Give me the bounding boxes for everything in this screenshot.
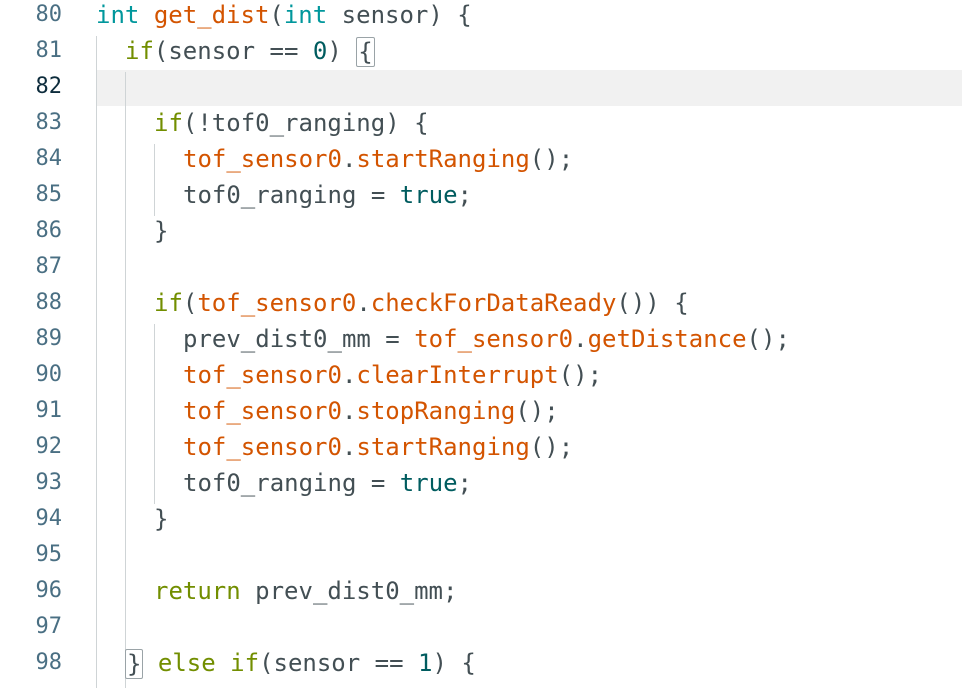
code-token: sensor) { (327, 1, 472, 29)
code-token: if (154, 289, 183, 317)
code-token: int (283, 1, 328, 29)
code-line: } (154, 213, 168, 249)
code-editor[interactable]: 80 81 82 83 84 85 86 87 88 89 90 91 92 9… (0, 0, 962, 688)
code-line: int get_dist(int sensor) { (96, 0, 472, 33)
code-token: get_dist (153, 1, 270, 29)
line-number: 92 (35, 434, 63, 459)
code-token: 1 (418, 649, 433, 677)
line-number: 88 (35, 290, 63, 315)
code-token: ()) { (616, 289, 689, 317)
line-number: 90 (35, 362, 63, 387)
code-token: prev_dist0_mm = (183, 325, 415, 353)
line-number-gutter: 80 81 82 83 84 85 86 87 88 89 90 91 92 9… (0, 0, 70, 688)
code-line: prev_dist0_mm = tof_sensor0.getDistance(… (183, 321, 790, 357)
code-token: ( (269, 1, 284, 29)
code-line: tof0_ranging = true; (183, 177, 472, 213)
code-token: checkForDataReady (370, 289, 617, 317)
line-number: 93 (35, 470, 63, 495)
code-token: true (399, 469, 458, 497)
line-number: 98 (35, 650, 63, 675)
code-token: . (341, 433, 357, 461)
code-token: ; (457, 181, 472, 209)
code-token: tof0_ranging = (183, 181, 400, 209)
code-token: tof_sensor0 (183, 433, 342, 461)
code-token: ( (182, 289, 198, 317)
code-token: . (341, 397, 357, 425)
line-number: 89 (35, 326, 63, 351)
code-token: } (154, 217, 169, 245)
code-token: getDistance (587, 325, 747, 353)
line-number: 91 (35, 398, 63, 423)
line-number: 82 (35, 74, 63, 99)
code-token: startRanging (356, 433, 530, 461)
line-number: 84 (35, 146, 63, 171)
code-token: tof_sensor0 (197, 289, 357, 317)
code-token: tof_sensor0 (183, 397, 342, 425)
line-number: 87 (35, 254, 63, 279)
code-token: tof0_ranging = (183, 469, 400, 497)
line-number: 85 (35, 182, 63, 207)
code-line: if(tof_sensor0.checkForDataReady()) { (154, 285, 689, 321)
line-number: 95 (35, 542, 63, 567)
code-token: (sensor == (153, 37, 313, 65)
matching-bracket-highlight: } (125, 649, 144, 679)
code-token: (); (515, 397, 559, 425)
code-token: ; (457, 469, 472, 497)
code-line: tof_sensor0.clearInterrupt(); (183, 357, 602, 393)
code-token: if (125, 37, 154, 65)
code-token: (); (529, 433, 574, 461)
code-token: (sensor == (259, 649, 419, 677)
code-token: (!tof0_ranging) { (182, 109, 429, 137)
code-token: startRanging (356, 145, 530, 173)
code-token: (); (746, 325, 790, 353)
code-line: } else if(sensor == 1) { (125, 645, 476, 681)
line-number: 96 (35, 578, 63, 603)
line-number: 86 (35, 218, 63, 243)
code-token: prev_dist0_mm; (240, 577, 458, 605)
line-number: 83 (35, 110, 63, 135)
code-line: } (154, 501, 168, 537)
code-token: if (154, 109, 183, 137)
code-token: ) { (432, 649, 476, 677)
code-line: tof_sensor0.startRanging(); (183, 141, 573, 177)
code-token: 0 (312, 37, 328, 65)
line-number: 81 (35, 38, 63, 63)
code-token: . (573, 325, 588, 353)
line-number: 94 (35, 506, 63, 531)
code-line: return prev_dist0_mm; (154, 573, 457, 609)
code-token: true (399, 181, 458, 209)
code-line: tof0_ranging = true; (183, 465, 472, 501)
matching-bracket-highlight: { (356, 37, 375, 67)
line-number: 97 (35, 614, 63, 639)
code-token: . (341, 145, 357, 173)
code-token: (); (529, 145, 574, 173)
code-line: tof_sensor0.stopRanging(); (183, 393, 559, 429)
code-token: . (341, 361, 357, 389)
line-number: 80 (35, 2, 63, 27)
code-token: stopRanging (356, 397, 516, 425)
code-line: tof_sensor0.startRanging(); (183, 429, 573, 465)
code-token: (); (558, 361, 603, 389)
code-token: clearInterrupt (356, 361, 559, 389)
code-token: ) (327, 37, 357, 65)
code-token: tof_sensor0 (183, 145, 342, 173)
code-token: . (356, 289, 371, 317)
code-token: int (96, 1, 140, 29)
code-line: if(!tof0_ranging) { (154, 105, 429, 141)
code-text-area[interactable]: int get_dist(int sensor) { if(sensor == … (96, 0, 962, 688)
code-token: if (230, 649, 260, 677)
code-line: if(sensor == 0) { (125, 33, 375, 69)
code-token: return (154, 577, 241, 605)
code-token: else (157, 649, 216, 677)
code-token: tof_sensor0 (183, 361, 342, 389)
code-token: } (154, 505, 169, 533)
code-token: tof_sensor0 (414, 325, 574, 353)
